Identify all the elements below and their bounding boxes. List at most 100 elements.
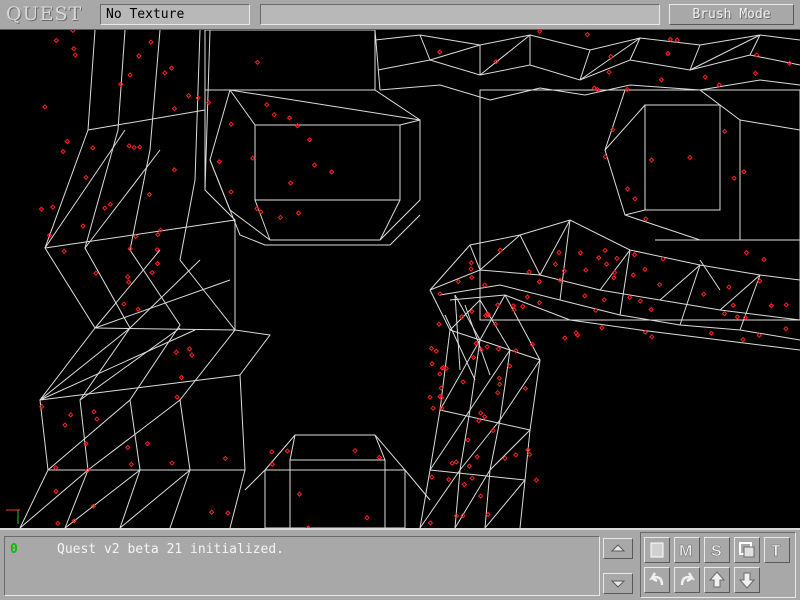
vertex-marker[interactable] xyxy=(90,145,96,151)
vertex-marker[interactable] xyxy=(783,302,789,308)
split-button[interactable]: S xyxy=(704,537,730,563)
vertex-marker[interactable] xyxy=(484,344,490,350)
vertex-marker[interactable] xyxy=(562,335,568,341)
vertex-marker[interactable] xyxy=(249,155,256,161)
vertex-marker[interactable] xyxy=(658,77,665,83)
vertex-marker[interactable] xyxy=(536,279,543,285)
vertex-marker[interactable] xyxy=(429,474,435,480)
vertex-marker[interactable] xyxy=(149,269,155,276)
vertex-marker[interactable] xyxy=(427,394,433,400)
vertex-marker[interactable] xyxy=(556,249,562,256)
vertex-marker[interactable] xyxy=(674,37,680,43)
vertex-marker[interactable] xyxy=(614,255,620,262)
vertex-marker[interactable] xyxy=(171,105,178,112)
vertex-marker[interactable] xyxy=(761,256,767,263)
vertex-marker[interactable] xyxy=(376,454,383,461)
vertex-marker[interactable] xyxy=(624,86,630,93)
vertex-marker[interactable] xyxy=(469,475,475,481)
vertex-marker[interactable] xyxy=(121,301,127,307)
vertex-marker[interactable] xyxy=(643,216,649,222)
texture-name-field[interactable]: No Texture xyxy=(100,4,250,25)
vertex-marker[interactable] xyxy=(667,36,674,42)
vertex-marker[interactable] xyxy=(296,491,303,497)
vertex-marker[interactable] xyxy=(436,49,443,55)
vertex-marker[interactable] xyxy=(127,72,133,78)
vertex-marker[interactable] xyxy=(107,201,114,208)
vertex-marker[interactable] xyxy=(631,252,638,258)
vertex-marker[interactable] xyxy=(536,299,543,306)
vertex-marker[interactable] xyxy=(174,394,180,400)
vertex-marker[interactable] xyxy=(526,269,532,275)
vertex-marker[interactable] xyxy=(254,59,261,66)
brush-mode-button[interactable]: Brush Mode xyxy=(669,4,794,25)
vertex-marker[interactable] xyxy=(328,169,335,175)
vertex-marker[interactable] xyxy=(721,310,728,317)
vertex-marker[interactable] xyxy=(154,260,161,267)
vertex-marker[interactable] xyxy=(173,349,179,355)
vertex-marker[interactable] xyxy=(64,138,70,145)
vertex-marker[interactable] xyxy=(136,53,142,59)
vertex-marker[interactable] xyxy=(648,306,654,313)
vertex-marker[interactable] xyxy=(189,352,195,358)
vertex-marker[interactable] xyxy=(460,379,466,385)
redo-button[interactable] xyxy=(674,567,700,593)
vertex-marker[interactable] xyxy=(474,454,480,460)
vertex-marker[interactable] xyxy=(601,297,607,303)
vertex-marker[interactable] xyxy=(42,104,48,110)
vertex-marker[interactable] xyxy=(125,444,131,451)
vertex-marker[interactable] xyxy=(642,266,648,273)
vertex-marker[interactable] xyxy=(687,154,693,161)
vertex-marker[interactable] xyxy=(91,409,97,415)
vertex-marker[interactable] xyxy=(68,412,74,418)
vertex-marker[interactable] xyxy=(311,162,318,168)
vertex-marker[interactable] xyxy=(55,520,61,527)
vertex-marker[interactable] xyxy=(135,306,141,312)
vertex-marker[interactable] xyxy=(430,405,436,411)
vertex-marker[interactable] xyxy=(606,69,612,75)
vertex-marker[interactable] xyxy=(461,481,468,488)
vertex-marker[interactable] xyxy=(582,293,588,299)
vertex-marker[interactable] xyxy=(465,437,471,443)
vertex-marker[interactable] xyxy=(481,282,488,288)
vertex-marker[interactable] xyxy=(72,52,78,58)
vertex-marker[interactable] xyxy=(596,255,602,261)
vertex-marker[interactable] xyxy=(630,272,636,278)
vertex-marker[interactable] xyxy=(53,464,59,471)
vertex-marker[interactable] xyxy=(102,205,108,211)
vertex-marker[interactable] xyxy=(126,143,132,149)
vertex-marker[interactable] xyxy=(62,422,68,428)
vertex-marker[interactable] xyxy=(436,321,442,327)
vertex-marker[interactable] xyxy=(264,102,270,108)
vertex-marker[interactable] xyxy=(648,157,655,163)
vertex-marker[interactable] xyxy=(481,414,488,420)
vertex-marker[interactable] xyxy=(702,74,708,80)
vertex-marker[interactable] xyxy=(768,303,775,309)
vertex-marker[interactable] xyxy=(60,148,66,155)
vertex-marker[interactable] xyxy=(125,279,132,285)
vertex-marker[interactable] xyxy=(455,278,462,285)
vertex-marker[interactable] xyxy=(468,266,474,272)
vertex-marker[interactable] xyxy=(61,248,67,254)
vertex-marker[interactable] xyxy=(186,346,193,352)
vertex-marker[interactable] xyxy=(137,144,143,150)
vertex-marker[interactable] xyxy=(38,206,45,212)
vertex-marker[interactable] xyxy=(148,39,154,45)
vertex-marker[interactable] xyxy=(71,45,77,52)
texture-button[interactable]: T xyxy=(764,537,790,563)
vertex-marker[interactable] xyxy=(726,284,732,290)
vertex-marker[interactable] xyxy=(162,70,168,76)
vertex-marker[interactable] xyxy=(752,70,759,77)
vertex-marker[interactable] xyxy=(494,389,501,396)
vertex-marker[interactable] xyxy=(730,302,736,308)
vertex-marker[interactable] xyxy=(94,416,100,422)
console-scroll-up-button[interactable] xyxy=(603,538,633,559)
vertex-marker[interactable] xyxy=(277,214,284,221)
vertex-marker[interactable] xyxy=(740,336,746,343)
vertex-marker[interactable] xyxy=(649,334,655,340)
vertex-marker[interactable] xyxy=(50,204,56,210)
vertex-marker[interactable] xyxy=(468,260,475,266)
vertex-marker[interactable] xyxy=(80,223,86,229)
vertex-marker[interactable] xyxy=(70,30,76,34)
vertex-marker[interactable] xyxy=(364,515,370,521)
vertex-marker[interactable] xyxy=(117,81,124,88)
